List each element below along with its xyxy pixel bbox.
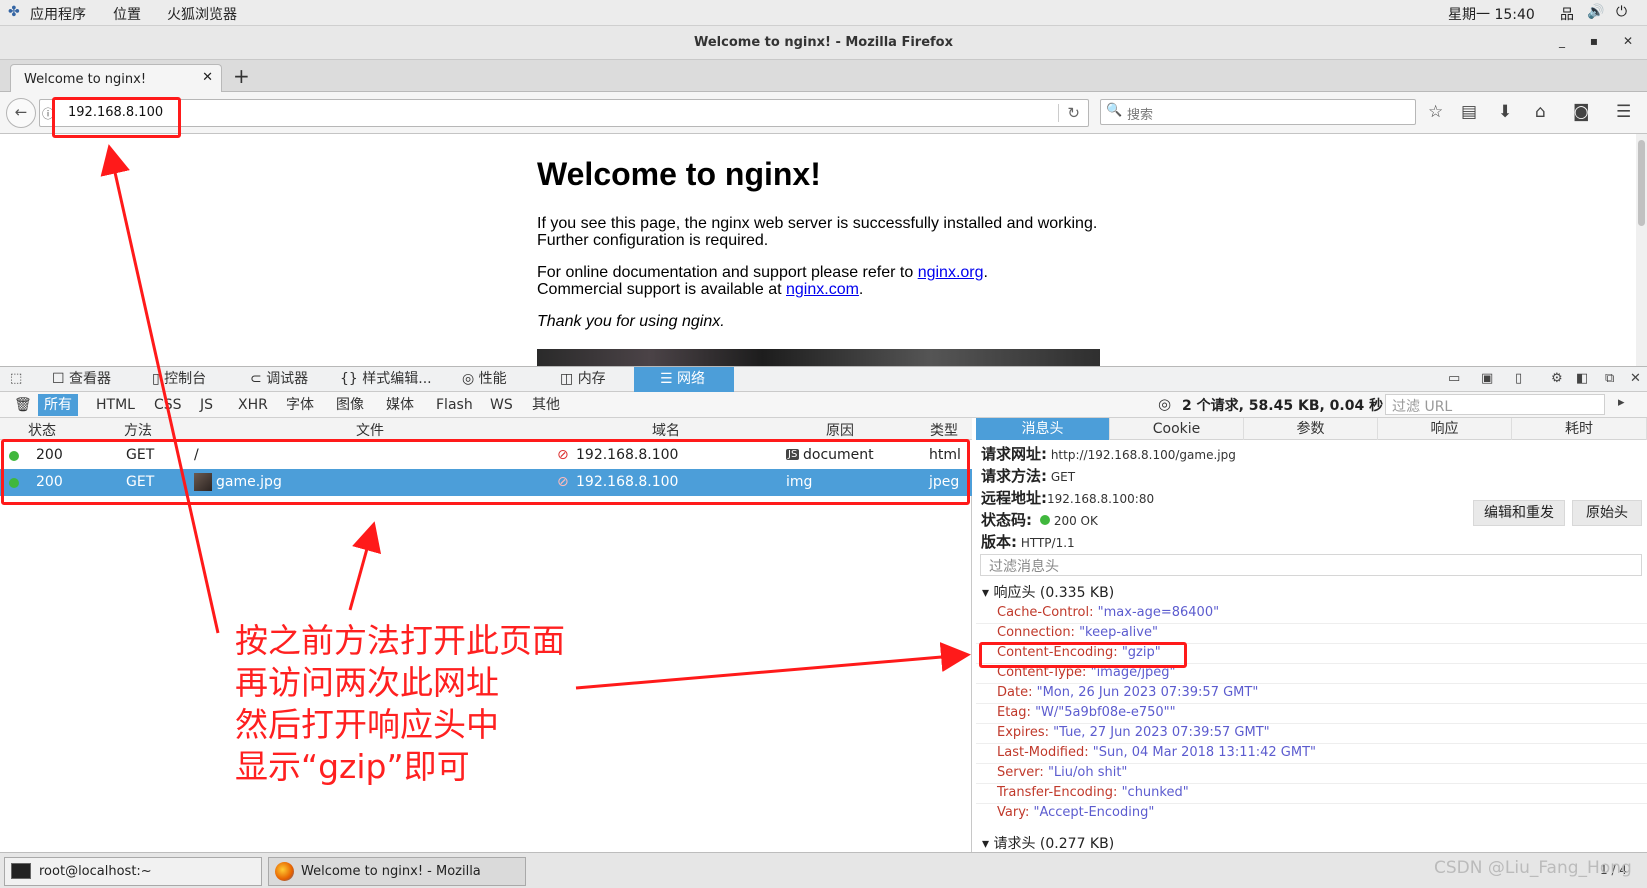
annotation-line: 然后打开响应头中 — [235, 705, 499, 744]
annotation-line: 显示“gzip”即可 — [235, 747, 470, 786]
arrow-to-gzip — [575, 642, 971, 690]
annotation-line: 按之前方法打开此页面 — [235, 621, 565, 660]
arrow-to-url — [100, 144, 220, 634]
annotation-text: 按之前方法打开此页面 再访问两次此网址 然后打开响应头中 显示“gzip”即可 — [235, 620, 565, 788]
arrow-to-requests — [348, 521, 382, 611]
annotation-line: 再访问两次此网址 — [235, 663, 499, 702]
watermark: CSDN @Liu_Fang_Hong — [1434, 858, 1632, 878]
